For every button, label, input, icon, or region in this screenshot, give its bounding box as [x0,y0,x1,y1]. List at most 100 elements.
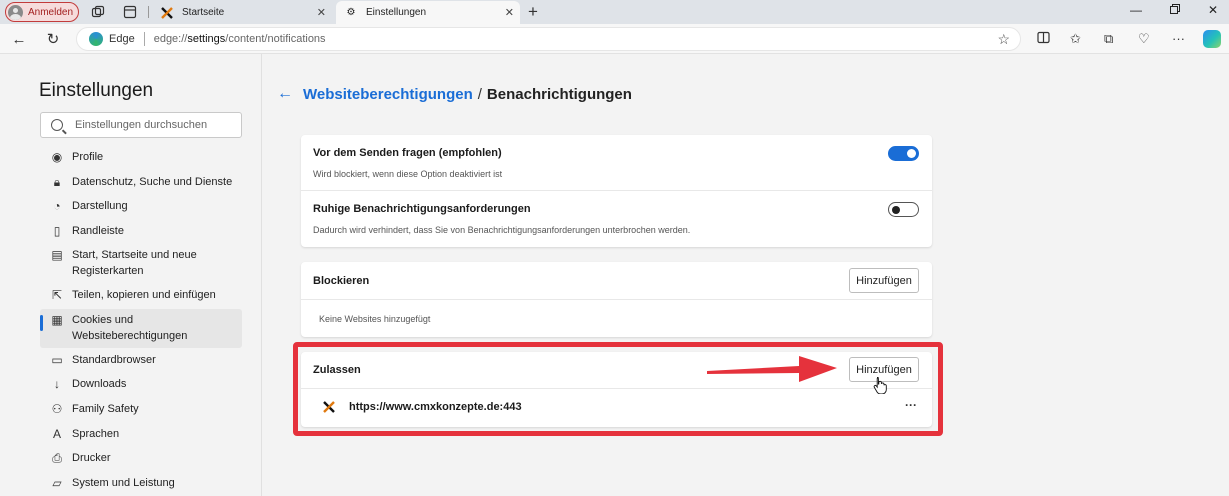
avatar [8,4,23,20]
search-placeholder: Einstellungen durchsuchen [75,119,208,131]
page-title: Benachrichtigungen [486,85,632,103]
quiet-requests-toggle[interactable] [888,202,919,217]
laptop-icon: ▱ [52,476,62,490]
home-tabs-icon: ▤ [51,248,63,262]
breadcrumb-separator: / [477,85,482,103]
printer-icon: ⎙ [52,451,62,465]
refresh-icon[interactable]: ↻ [44,30,62,48]
sidebar-item-label: Datenschutz, Suche und Dienste [72,176,233,188]
window-close-icon[interactable]: ✕ [1208,3,1218,17]
tab-startseite[interactable]: Startseite ✕ [152,1,332,24]
sidebar-item-label: Standardbrowser [72,354,156,366]
browser-icon: ▭ [51,353,63,367]
edge-label: Edge [109,33,135,45]
share-icon: ⇱ [51,288,63,302]
sidebar-item-share[interactable]: ⇱ Teilen, kopieren und einfügen [40,288,242,304]
signin-label: Anmelden [28,6,74,18]
tab-title: Einstellungen [366,7,427,18]
settings-main: ← Websiteberechtigungen / Benachrichtigu… [263,54,1229,496]
download-icon: ↓ [54,377,60,391]
quiet-requests-desc: Dadurch wird verhindert, dass Sie von Be… [313,225,691,235]
tab-title: Startseite [182,7,225,18]
tab-einstellungen[interactable]: ⚙ Einstellungen ✕ [336,1,520,24]
sidebar-item-cookies[interactable]: ▦ Cookies und Websiteberechtigungen [40,309,242,348]
gear-icon: ⚙ [346,7,356,18]
sidebar-item-label: Start, Startseite und neue Registerkarte… [72,249,197,277]
palette-icon: ◔ [53,199,61,213]
sidebar-item-languages[interactable]: A Sprachen [40,427,242,443]
sidebar-icon: ▯ [53,224,61,238]
collections-icon[interactable]: ⧉ [1104,31,1113,47]
address-divider [143,32,145,46]
breadcrumb-parent-link[interactable]: Websiteberechtigungen [303,86,473,103]
sidebar-item-printers[interactable]: ⎙ Drucker [40,451,242,467]
minimize-icon[interactable]: — [1130,3,1142,17]
sidebar-item-label: Family Safety [72,403,139,415]
tab-strip: Anmelden Startseite ✕ ⚙ Einstellungen ✕ … [0,0,1229,24]
sidebar-item-privacy[interactable]: 🔒︎ Datenschutz, Suche und Dienste [40,175,242,191]
annotation-arrow-icon [707,356,837,382]
ask-before-sending-desc: Wird blockiert, wenn diese Option deakti… [313,169,503,179]
block-add-button[interactable]: Hinzufügen [849,268,919,293]
tab-separator [148,6,149,18]
profile-icon: ◉ [51,150,63,164]
workspaces-icon[interactable] [90,4,106,20]
sidebar-item-sidebar[interactable]: ▯ Randleiste [40,224,242,240]
sidebar-item-label: System und Leistung [72,477,175,489]
cmx-logo-icon [160,6,174,20]
ask-before-sending-toggle[interactable] [888,146,919,161]
split-screen-icon[interactable] [1037,31,1050,47]
new-tab-button[interactable]: + [528,2,538,22]
hand-cursor-icon [873,377,887,394]
sidebar-title: Einstellungen [39,80,154,101]
search-icon [51,119,63,131]
sidebar-item-family[interactable]: ⚇ Family Safety [40,402,242,418]
url-text[interactable]: edge://settings/content/notifications [154,33,326,45]
highlight-box [293,342,943,436]
favorites-icon[interactable]: ✩ [1070,31,1081,47]
ask-before-sending-title: Vor dem Senden fragen (empfohlen) [313,147,502,159]
copilot-icon[interactable] [1203,30,1221,48]
settings-search-input[interactable]: Einstellungen durchsuchen [40,112,242,138]
sidebar-item-start[interactable]: ▤ Start, Startseite und neue Registerkar… [40,248,242,279]
block-section-title: Blockieren [313,275,370,287]
close-icon[interactable]: ✕ [317,6,326,19]
sidebar-item-label: Cookies und Websiteberechtigungen [72,314,188,342]
family-icon: ⚇ [51,402,63,416]
performance-icon[interactable]: ♡ [1138,31,1150,47]
sidebar-item-label: Profile [72,151,104,163]
sidebar-item-downloads[interactable]: ↓ Downloads [40,377,242,393]
sidebar-item-label: Downloads [72,378,127,390]
sidebar-item-profile[interactable]: ◉ Profile [40,150,242,166]
divider [301,299,932,300]
restore-icon[interactable] [1170,3,1180,17]
divider [301,190,932,191]
more-menu-icon[interactable]: ··· [1172,31,1185,46]
back-arrow-icon[interactable]: ← [10,30,28,48]
sidebar-item-label: Sprachen [72,428,120,440]
signin-button[interactable]: Anmelden [5,2,79,22]
sidebar-item-label: Teilen, kopieren und einfügen [72,289,216,301]
language-icon: A [52,427,61,441]
notification-options-card: Vor dem Senden fragen (empfohlen) Wird b… [301,135,932,247]
tab-actions-icon[interactable] [122,4,138,20]
favorite-star-icon[interactable]: ☆ [997,31,1010,48]
breadcrumb: ← Websiteberechtigungen / Benachrichtigu… [277,85,632,103]
address-toolbar: ← ↻ Edge edge://settings/content/notific… [0,24,1229,54]
edge-logo-icon [89,32,103,46]
cookie-icon: ▦ [51,313,63,327]
sidebar-item-appearance[interactable]: ◔ Darstellung [40,199,242,215]
sidebar-item-system[interactable]: ▱ System und Leistung [40,476,242,492]
block-empty-text: Keine Websites hinzugefügt [319,314,431,324]
block-section-card: Blockieren Hinzufügen Keine Websites hin… [301,262,932,337]
back-arrow-icon[interactable]: ← [277,85,293,103]
sidebar-item-label: Darstellung [72,200,128,212]
sidebar-item-default-browser[interactable]: ▭ Standardbrowser [40,353,242,369]
sidebar-item-label: Randleiste [72,225,124,237]
sidebar-item-label: Drucker [72,452,111,464]
address-bar[interactable]: Edge edge://settings/content/notificatio… [76,27,1021,51]
close-icon[interactable]: ✕ [505,6,514,19]
settings-sidebar: Einstellungen Einstellungen durchsuchen … [0,54,262,496]
quiet-requests-title: Ruhige Benachrichtigungsanforderungen [313,203,531,215]
lock-icon: 🔒︎ [53,175,61,189]
